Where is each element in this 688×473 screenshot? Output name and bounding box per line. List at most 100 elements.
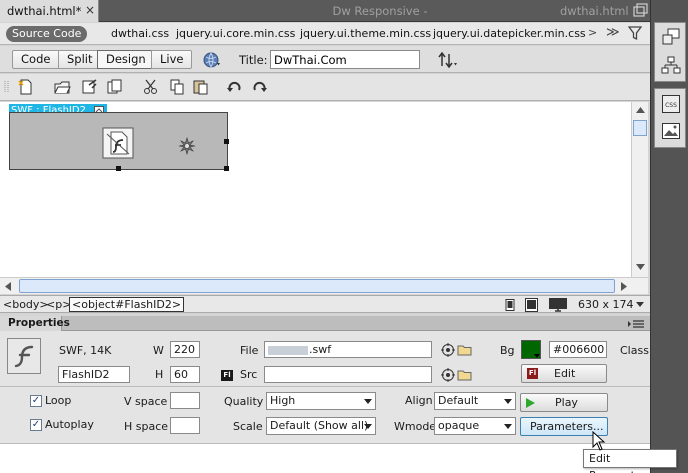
scroll-left-icon[interactable] <box>5 282 11 291</box>
related-file-dwthai-css[interactable]: dwthai.css <box>111 27 169 40</box>
scroll-up-icon[interactable] <box>636 107 645 113</box>
panel-group-files <box>654 22 686 82</box>
bg-color-swatch[interactable] <box>521 340 541 359</box>
flash-icon <box>7 338 41 374</box>
desktop-size-icon[interactable] <box>549 298 567 312</box>
insert-panel-icon[interactable] <box>661 28 681 46</box>
horizontal-scrollbar[interactable] <box>0 277 648 294</box>
related-files-bar: Source Code dwthai.css jquery.ui.core.mi… <box>0 23 650 45</box>
filter-icon[interactable] <box>628 25 642 41</box>
tag-body[interactable]: <body> <box>3 298 49 311</box>
title-input[interactable] <box>270 50 420 69</box>
width-input[interactable]: 220 <box>170 341 200 358</box>
code-view-button[interactable]: Code <box>12 50 60 69</box>
related-file-jquery-ui-theme[interactable]: jquery.ui.theme.min.css <box>300 27 431 40</box>
scroll-down-icon[interactable] <box>636 264 645 270</box>
scale-select[interactable]: Default (Show all) <box>266 417 376 435</box>
tag-p[interactable]: <p> <box>46 298 71 311</box>
tag-object-flashid2[interactable]: <object#FlashID2> <box>69 297 185 312</box>
browse-folder-icon[interactable] <box>457 343 473 357</box>
quality-select[interactable]: High <box>266 392 376 410</box>
scale-label: Scale <box>233 420 263 433</box>
swf-placeholder[interactable] <box>9 112 229 171</box>
live-view-button[interactable]: Live <box>151 50 193 69</box>
play-icon <box>526 398 535 408</box>
chevron-down-icon <box>504 399 512 404</box>
save-all-icon[interactable] <box>106 78 124 96</box>
properties-panel: SWF, 14K FlashID2 W 220 H 60 File .swf F… <box>0 331 650 443</box>
chevron-down-icon <box>504 424 512 429</box>
quality-label: Quality <box>224 395 264 408</box>
vertical-scroll-thumb[interactable] <box>633 120 647 136</box>
close-icon[interactable]: × <box>85 3 95 17</box>
redo-icon[interactable] <box>251 78 269 96</box>
related-file-jquery-ui-core[interactable]: jquery.ui.core.min.css <box>176 27 295 40</box>
copy-icon[interactable] <box>168 78 186 96</box>
cut-icon[interactable] <box>142 78 160 96</box>
loop-label: Loop <box>45 394 72 407</box>
properties-footer <box>0 443 650 473</box>
properties-tab[interactable]: Properties <box>0 316 70 331</box>
files-panel-icon[interactable] <box>661 56 681 74</box>
hspace-label: H space <box>124 420 169 433</box>
align-select[interactable]: Default <box>434 392 516 410</box>
point-to-file-icon[interactable] <box>441 343 455 357</box>
restore-window-icon[interactable] <box>630 2 650 20</box>
tag-selector-status-bar: <body> <p> <object#FlashID2> 630 x 174 <box>0 295 650 313</box>
height-input[interactable]: 60 <box>170 366 200 383</box>
save-icon[interactable] <box>80 78 98 96</box>
paste-icon[interactable] <box>192 78 210 96</box>
loop-checkbox[interactable]: ✓ <box>30 395 42 407</box>
resize-handle-right[interactable] <box>224 139 229 144</box>
chevron-down-icon[interactable] <box>636 302 644 307</box>
open-icon[interactable] <box>53 78 71 96</box>
wmode-label: Wmode <box>394 420 437 433</box>
src-input[interactable] <box>264 366 432 383</box>
chevron-right-icon[interactable]: > <box>588 26 597 39</box>
hspace-input[interactable] <box>170 417 200 434</box>
vertical-scrollbar[interactable] <box>631 102 648 277</box>
file-input[interactable]: .swf <box>264 341 432 358</box>
standard-toolbar <box>0 74 650 101</box>
play-button[interactable]: Play <box>520 393 608 412</box>
autoplay-checkbox[interactable]: ✓ <box>30 419 42 431</box>
chevron-down-icon <box>364 399 372 404</box>
split-view-button[interactable]: Split <box>58 50 102 69</box>
height-label: H <box>155 368 164 381</box>
toolbar-grip-icon <box>4 81 9 93</box>
undo-icon[interactable] <box>226 78 244 96</box>
bg-color-input[interactable]: #006600 <box>549 341 607 358</box>
edit-button-label: Edit <box>554 367 576 380</box>
resize-handle-corner[interactable] <box>224 166 229 171</box>
mouse-cursor-icon <box>592 431 606 451</box>
assets-panel-icon[interactable] <box>662 123 680 139</box>
globe-icon[interactable] <box>203 51 221 69</box>
document-toolbar: Code Split Design Live Title: <box>0 46 650 73</box>
resize-handle-bottom[interactable] <box>116 166 121 171</box>
design-view-button[interactable]: Design <box>97 50 155 69</box>
autoplay-label: Autoplay <box>45 418 94 431</box>
mobile-size-icon[interactable] <box>505 299 515 311</box>
panel-menu-icon[interactable] <box>628 320 644 328</box>
related-file-jquery-ui-datepicker[interactable]: jquery.ui.datepicker.min.css <box>433 27 586 40</box>
quality-value: High <box>270 394 296 407</box>
wmode-select[interactable]: opaque <box>434 417 516 435</box>
document-tab-dwthai[interactable]: dwthai.html* × <box>0 0 99 22</box>
css-icon[interactable]: CSS <box>662 95 680 113</box>
source-code-button[interactable]: Source Code <box>6 26 88 42</box>
right-panel-dock: CSS <box>650 0 688 473</box>
double-chevron-icon[interactable]: ≫ <box>606 25 620 40</box>
window-size-readout[interactable]: 630 x 174 <box>578 298 634 311</box>
design-view-canvas[interactable]: SWF : FlashID2 <box>0 102 631 277</box>
point-to-file-icon[interactable] <box>441 368 455 382</box>
horizontal-scroll-thumb[interactable] <box>19 279 615 293</box>
edit-button[interactable]: Fl Edit <box>521 364 607 383</box>
align-value: Default <box>438 394 479 407</box>
new-document-icon[interactable] <box>17 78 35 96</box>
swf-id-input[interactable]: FlashID2 <box>58 366 130 383</box>
vspace-input[interactable] <box>170 392 200 409</box>
tablet-size-icon[interactable] <box>525 298 538 312</box>
browse-folder-icon[interactable] <box>457 368 473 382</box>
scroll-right-icon[interactable] <box>621 282 627 291</box>
file-management-icon[interactable] <box>436 50 458 70</box>
